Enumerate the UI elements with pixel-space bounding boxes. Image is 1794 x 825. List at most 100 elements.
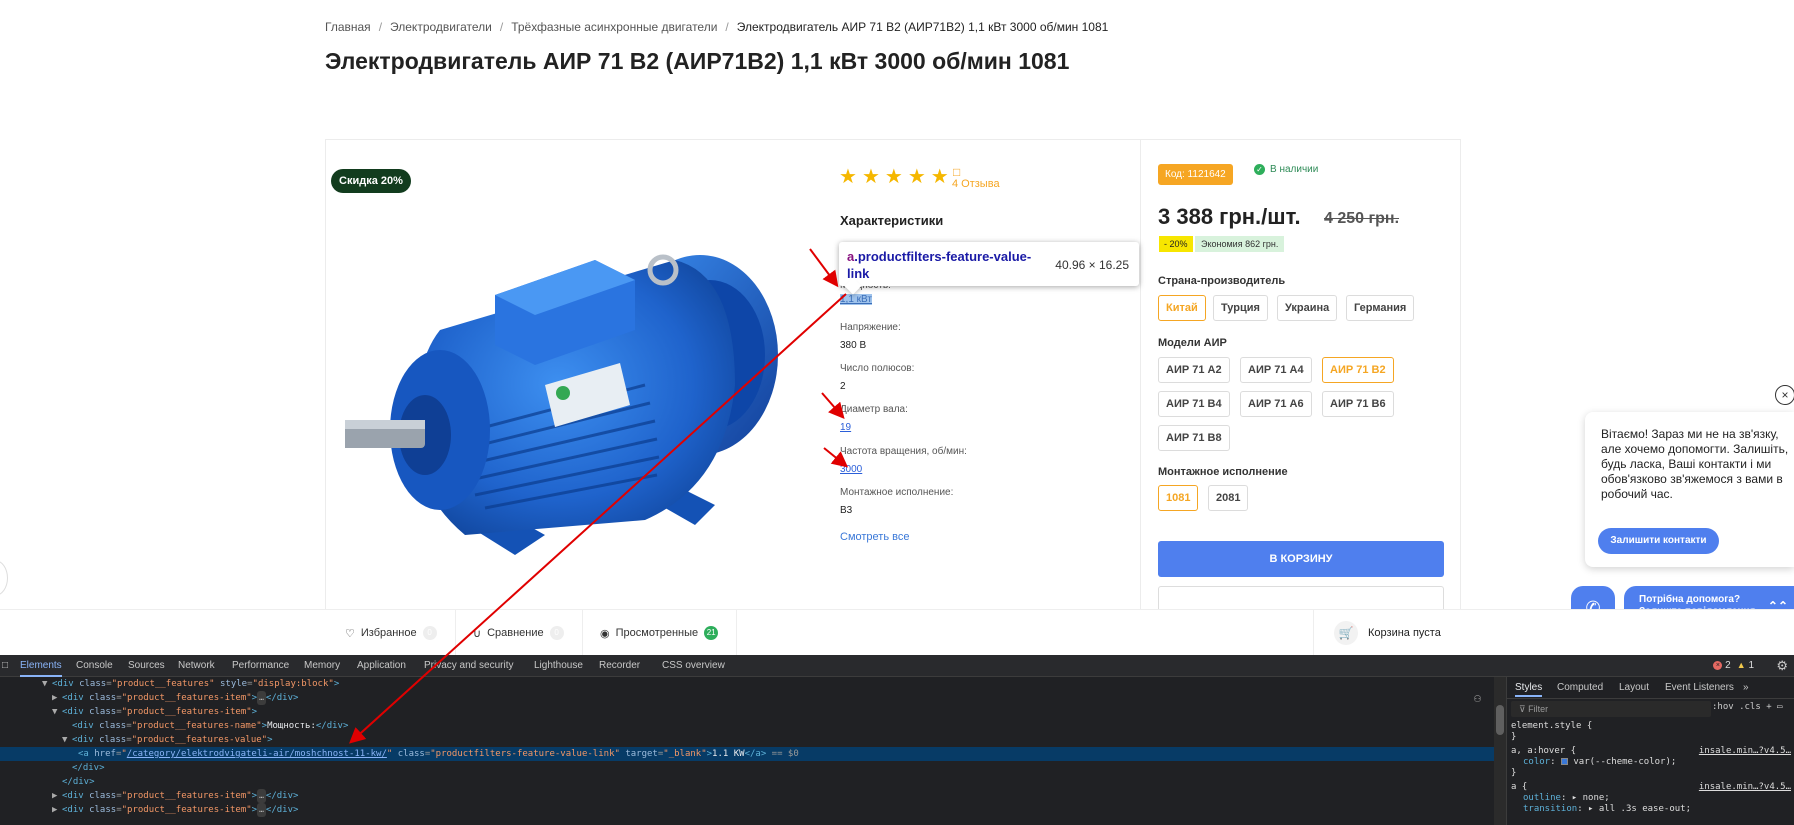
- dom-node-selected[interactable]: <a href="/category/elektrodvigateli-air/…: [0, 747, 1494, 761]
- more-tabs-icon[interactable]: »: [1743, 682, 1749, 693]
- tab-layout[interactable]: Layout: [1619, 682, 1649, 693]
- cart-button[interactable]: 🛒 Корзина пуста: [1313, 610, 1461, 656]
- hov-cls-toggle[interactable]: :hov .cls + ▭: [1712, 702, 1782, 712]
- country-option[interactable]: Китай: [1158, 295, 1206, 321]
- reviews-link[interactable]: 4 Отзыва: [952, 178, 1000, 190]
- tab-css-overview[interactable]: CSS overview: [662, 655, 725, 677]
- color-swatch[interactable]: [1560, 758, 1568, 765]
- compare-button[interactable]: ∪ Сравнение 0: [455, 610, 583, 656]
- tab-network[interactable]: Network: [178, 655, 215, 677]
- feature-value-link[interactable]: 1,1 кВт: [840, 294, 872, 305]
- compare-label: Сравнение: [487, 627, 544, 639]
- feature-value-link[interactable]: 19: [840, 422, 851, 433]
- tab-console[interactable]: Console: [76, 655, 113, 677]
- country-option[interactable]: Германия: [1346, 295, 1415, 321]
- css-rule[interactable]: a, a:hover { insale.min…?v4.5…: [1511, 746, 1794, 757]
- feature-value-link[interactable]: 3000: [840, 464, 862, 475]
- dom-node[interactable]: </div>: [0, 775, 1494, 789]
- country-option[interactable]: Турция: [1213, 295, 1268, 321]
- model-option[interactable]: АИР 71 В6: [1322, 391, 1394, 417]
- dom-node[interactable]: <div class="product__features-name">Мощн…: [0, 719, 1494, 733]
- css-declaration[interactable]: transition: ▸ all .3s ease-out;: [1511, 804, 1794, 815]
- bottom-bar: ♡ Избранное 0 ∪ Сравнение 0 ◉ Просмотрен…: [0, 609, 1794, 656]
- check-circle-icon: ✓: [1254, 164, 1265, 175]
- dom-node[interactable]: ▶ <div class="product__features-item">… </…: [0, 789, 1494, 803]
- add-to-cart-button[interactable]: В КОРЗИНУ: [1158, 541, 1444, 577]
- tab-elements[interactable]: Elements: [20, 655, 62, 677]
- tooltip-size: 40.96 × 16.25: [1055, 258, 1129, 272]
- dom-node[interactable]: ▼ <div class="product__features-item">: [0, 705, 1494, 719]
- side-scroll-button[interactable]: [0, 560, 8, 596]
- css-value: all .3s ease-out;: [1598, 804, 1691, 814]
- dom-scrollbar[interactable]: [1494, 677, 1506, 825]
- css-source-link[interactable]: insale.min…?v4.5…: [1699, 782, 1791, 793]
- breadcrumb-home[interactable]: Главная: [325, 20, 371, 34]
- model-option[interactable]: АИР 71 В4: [1158, 391, 1230, 417]
- mount-option[interactable]: 2081: [1208, 485, 1249, 511]
- country-option[interactable]: Украина: [1277, 295, 1338, 321]
- bar-chart-icon: ∪: [473, 627, 482, 640]
- breadcrumb-three-phase[interactable]: Трёхфазные асинхронные двигатели: [511, 20, 717, 34]
- model-option[interactable]: АИР 71 А6: [1240, 391, 1312, 417]
- devtools-tabs: □ Elements Console Sources Network Perfo…: [0, 655, 1794, 677]
- tab-event-listeners[interactable]: Event Listeners: [1665, 682, 1734, 693]
- dom-attr: product__features-item: [127, 805, 247, 815]
- accessibility-icon[interactable]: ⚇: [1474, 691, 1481, 705]
- dom-node[interactable]: ▶ <div class="product__features-item">… </…: [0, 691, 1494, 705]
- model-option[interactable]: АИР 71 В2: [1322, 357, 1394, 383]
- tab-lighthouse[interactable]: Lighthouse: [534, 655, 583, 677]
- dom-node[interactable]: </div>: [0, 761, 1494, 775]
- favorites-label: Избранное: [360, 627, 417, 639]
- close-icon[interactable]: ×: [1775, 385, 1794, 405]
- tab-memory[interactable]: Memory: [304, 655, 340, 677]
- features-title: Характеристики: [840, 213, 944, 228]
- devtools-inspect-icon[interactable]: □: [2, 655, 8, 677]
- breadcrumb-separator: /: [499, 20, 504, 34]
- css-source-link[interactable]: insale.min…?v4.5…: [1699, 746, 1791, 757]
- dom-tree[interactable]: ▼ <div class="product__features" style="d…: [0, 677, 1494, 825]
- gear-icon[interactable]: ⚙: [1776, 658, 1788, 674]
- css-declaration[interactable]: color: var(--cheme-color);: [1511, 757, 1794, 768]
- star-icon: ★: [839, 166, 857, 188]
- model-option[interactable]: АИР 71 А4: [1240, 357, 1312, 383]
- feature-value-rpm[interactable]: 3000: [840, 464, 862, 475]
- breadcrumb-motors[interactable]: Электродвигатели: [390, 20, 492, 34]
- css-rule-selector: a {: [1511, 782, 1528, 792]
- dom-node[interactable]: ▼ <div class="product__features" style="d…: [0, 677, 1494, 691]
- heart-icon: ♡: [345, 627, 355, 640]
- dom-href[interactable]: /category/elektrodvigateli-air/moshchnos…: [127, 749, 387, 759]
- tab-performance[interactable]: Performance: [232, 655, 289, 677]
- model-option[interactable]: АИР 71 А2: [1158, 357, 1230, 383]
- viewed-button[interactable]: ◉ Просмотренные 21: [582, 610, 738, 656]
- tab-privacy[interactable]: Privacy and security: [424, 655, 513, 677]
- css-rule-selector[interactable]: element.style {: [1511, 721, 1794, 732]
- css-declaration[interactable]: outline: ▸ none;: [1511, 793, 1794, 804]
- mount-option[interactable]: 1081: [1158, 485, 1199, 511]
- tab-application[interactable]: Application: [357, 655, 406, 677]
- comment-icon[interactable]: □: [953, 165, 960, 179]
- model-option[interactable]: АИР 71 В8: [1158, 425, 1230, 451]
- favorites-button[interactable]: ♡ Избранное 0: [327, 610, 456, 656]
- css-rule[interactable]: a { insale.min…?v4.5…: [1511, 782, 1794, 793]
- styles-filter-input[interactable]: ⊽ Filter: [1511, 701, 1711, 717]
- tab-computed[interactable]: Computed: [1557, 682, 1603, 693]
- devtools-issues[interactable]: × 2 ▲ 1: [1713, 660, 1754, 671]
- tab-sources[interactable]: Sources: [128, 655, 165, 677]
- leave-contacts-button[interactable]: Залишити контакти: [1598, 528, 1719, 554]
- eye-icon: ◉: [600, 627, 610, 640]
- mount-label: Монтажное исполнение: [1158, 466, 1288, 478]
- css-rule-selector: a, a:hover {: [1511, 746, 1577, 756]
- product-image[interactable]: [345, 235, 785, 595]
- discount-percent: - 20%: [1159, 236, 1193, 252]
- tab-styles[interactable]: Styles: [1515, 682, 1543, 697]
- feature-value-power[interactable]: 1,1 кВт: [840, 294, 872, 305]
- error-count: 2: [1725, 660, 1731, 671]
- see-all-link[interactable]: Смотреть все: [840, 531, 909, 543]
- tab-recorder[interactable]: Recorder: [599, 655, 640, 677]
- rating-stars[interactable]: ★ ★ ★ ★ ★: [839, 167, 949, 187]
- feature-name-poles: Число полюсов:: [840, 363, 915, 374]
- dom-node[interactable]: ▼ <div class="product__features-value">: [0, 733, 1494, 747]
- feature-value-shaft[interactable]: 19: [840, 422, 851, 433]
- dom-node[interactable]: ▶ <div class="product__features-item">… </…: [0, 803, 1494, 817]
- scrollbar-thumb[interactable]: [1496, 705, 1504, 735]
